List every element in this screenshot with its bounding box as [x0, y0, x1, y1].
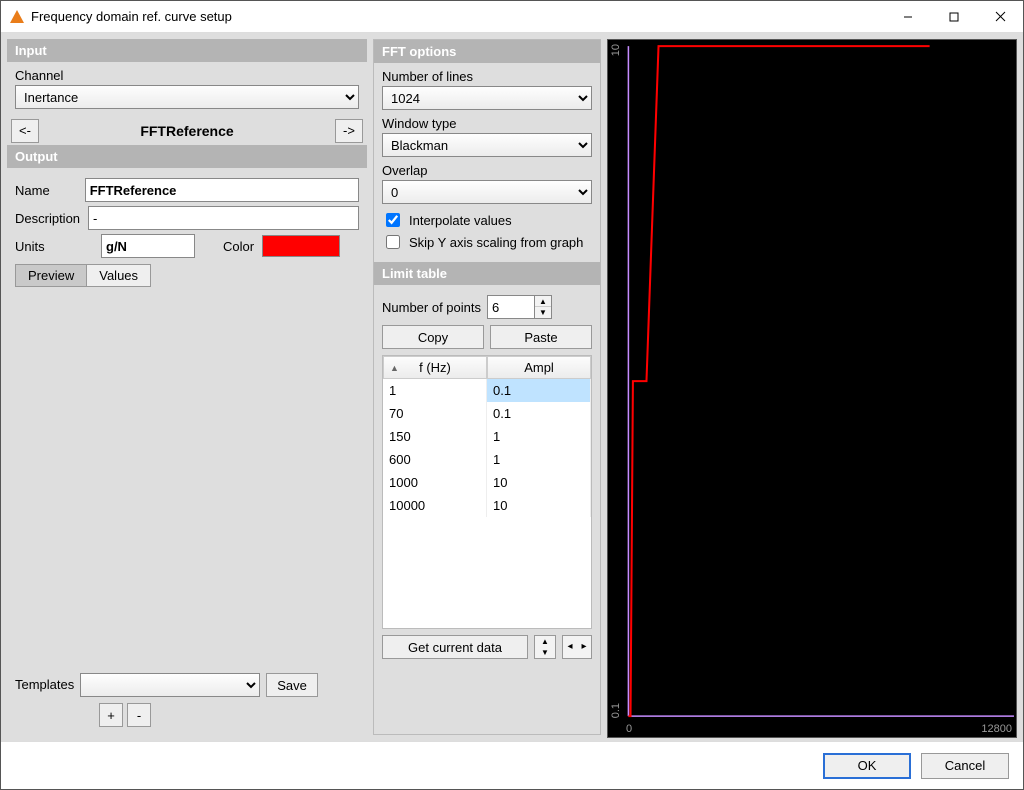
col-stepper[interactable]: ◂▸ [562, 635, 592, 659]
color-label: Color [223, 239, 254, 254]
close-button[interactable] [977, 1, 1023, 32]
right-column: 10 0.1 0 12800 [607, 39, 1017, 735]
fft-panel: Number of lines 1024 Window type Blackma… [374, 63, 600, 262]
description-input[interactable] [88, 206, 359, 230]
templates-select[interactable] [80, 673, 260, 697]
table-row[interactable]: 700.1 [383, 402, 591, 425]
limit-header: Limit table [374, 262, 600, 285]
npts-input[interactable] [488, 296, 534, 318]
dialog-body: Input Channel Inertance <- FFTReference … [1, 33, 1023, 741]
npts-spinner[interactable]: ▲▼ [487, 295, 552, 319]
units-input[interactable] [101, 234, 195, 258]
skip-y-checkbox[interactable]: Skip Y axis scaling from graph [382, 232, 592, 252]
copy-button[interactable]: Copy [382, 325, 484, 349]
cell-frequency[interactable]: 10000 [383, 494, 487, 517]
window-type-select[interactable]: Blackman [382, 133, 592, 157]
templates-add-button[interactable]: + [99, 703, 123, 727]
table-row[interactable]: 6001 [383, 448, 591, 471]
templates-remove-button[interactable]: - [127, 703, 151, 727]
name-input[interactable] [85, 178, 359, 202]
input-header: Input [7, 39, 367, 62]
cell-frequency[interactable]: 70 [383, 402, 487, 425]
templates-label: Templates [15, 677, 74, 692]
window-type-label: Window type [382, 116, 592, 131]
table-row[interactable]: 100010 [383, 471, 591, 494]
nav-prev-button[interactable]: <- [11, 119, 39, 143]
cell-frequency[interactable]: 150 [383, 425, 487, 448]
cell-amplitude[interactable]: 1 [487, 448, 591, 471]
tab-preview[interactable]: Preview [15, 264, 87, 287]
left-column: Input Channel Inertance <- FFTReference … [7, 39, 367, 735]
channel-label: Channel [15, 68, 359, 83]
get-current-button[interactable]: Get current data [382, 635, 528, 659]
window-title: Frequency domain ref. curve setup [31, 9, 885, 24]
reference-nav: <- FFTReference -> [7, 117, 367, 145]
channel-select[interactable]: Inertance [15, 85, 359, 109]
cell-frequency[interactable]: 1 [383, 379, 487, 402]
npts-spin-buttons[interactable]: ▲▼ [534, 296, 551, 318]
output-header: Output [7, 145, 367, 168]
input-panel: Channel Inertance [7, 62, 367, 117]
maximize-button[interactable] [931, 1, 977, 32]
lines-label: Number of lines [382, 69, 592, 84]
units-label: Units [15, 239, 93, 254]
minimize-button[interactable] [885, 1, 931, 32]
cell-amplitude[interactable]: 0.1 [487, 402, 591, 425]
npts-label: Number of points [382, 300, 481, 315]
interpolate-label: Interpolate values [409, 213, 512, 228]
dialog-window: Frequency domain ref. curve setup Input … [0, 0, 1024, 790]
cell-frequency[interactable]: 1000 [383, 471, 487, 494]
ok-button[interactable]: OK [823, 753, 911, 779]
skip-y-label: Skip Y axis scaling from graph [409, 235, 583, 250]
app-icon [9, 9, 25, 25]
table-row[interactable]: 10.1 [383, 379, 591, 402]
output-panel: Name Description Units Color Preview Val… [7, 168, 367, 295]
dialog-footer: OK Cancel [1, 741, 1023, 789]
fft-header: FFT options [374, 40, 600, 63]
table-row[interactable]: 1501 [383, 425, 591, 448]
overlap-select[interactable]: 0 [382, 180, 592, 204]
cell-amplitude[interactable]: 0.1 [487, 379, 591, 402]
col-amplitude[interactable]: Ampl [487, 356, 591, 379]
col-frequency[interactable]: ▲f (Hz) [383, 356, 487, 379]
templates-row: Templates Save [7, 667, 367, 703]
table-row[interactable]: 1000010 [383, 494, 591, 517]
color-swatch[interactable] [262, 235, 340, 257]
window-buttons [885, 1, 1023, 32]
paste-button[interactable]: Paste [490, 325, 592, 349]
tab-values[interactable]: Values [86, 264, 151, 287]
name-label: Name [15, 183, 77, 198]
cell-amplitude[interactable]: 10 [487, 471, 591, 494]
overlap-label: Overlap [382, 163, 592, 178]
cell-amplitude[interactable]: 1 [487, 425, 591, 448]
nav-next-button[interactable]: -> [335, 119, 363, 143]
y-tick-top: 10 [610, 44, 622, 56]
y-tick-bottom: 0.1 [610, 703, 622, 718]
x-tick-right: 12800 [981, 723, 1012, 735]
description-label: Description [15, 211, 80, 226]
middle-column: FFT options Number of lines 1024 Window … [373, 39, 601, 735]
cancel-button[interactable]: Cancel [921, 753, 1009, 779]
cell-amplitude[interactable]: 10 [487, 494, 591, 517]
output-tabs: Preview Values [15, 264, 359, 287]
interpolate-checkbox[interactable]: Interpolate values [382, 210, 592, 230]
row-stepper[interactable]: ▲▼ [534, 635, 556, 659]
titlebar: Frequency domain ref. curve setup [1, 1, 1023, 33]
cell-frequency[interactable]: 600 [383, 448, 487, 471]
lines-select[interactable]: 1024 [382, 86, 592, 110]
preview-plot[interactable]: 10 0.1 0 12800 [607, 39, 1017, 738]
templates-save-button[interactable]: Save [266, 673, 318, 697]
templates-buttons: + - [91, 703, 367, 735]
limit-table[interactable]: ▲f (Hz) Ampl 10.1700.1150160011000101000… [382, 355, 592, 629]
reference-title: FFTReference [39, 123, 335, 139]
x-tick-left: 0 [626, 723, 632, 735]
limit-panel: Number of points ▲▼ Copy Paste ▲f (Hz) A… [374, 285, 600, 734]
